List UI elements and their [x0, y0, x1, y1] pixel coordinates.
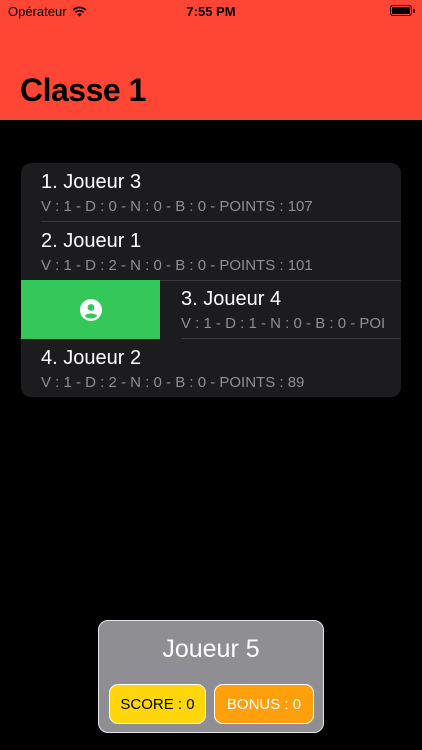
list-item[interactable]: 1. Joueur 3 V : 1 - D : 0 - N : 0 - B : … [21, 163, 401, 222]
player-name: 2. Joueur 1 [41, 230, 142, 252]
list-item[interactable]: 2. Joueur 1 V : 1 - D : 2 - N : 0 - B : … [21, 222, 401, 281]
page-title: Classe 1 [20, 72, 146, 108]
player-name: 3. Joueur 4 [181, 288, 282, 310]
battery-icon [390, 5, 415, 16]
current-player-card: Joueur 5 SCORE : 0 BONUS : 0 [98, 620, 324, 733]
person-circle-icon [79, 298, 102, 321]
list-item[interactable]: 4. Joueur 2 V : 1 - D : 2 - N : 0 - B : … [21, 339, 401, 397]
list-item-swiped[interactable]: 3. Joueur 4 V : 1 - D : 1 - N : 0 - B : … [21, 280, 401, 339]
current-player-name: Joueur 5 [162, 635, 260, 663]
status-bar: Opérateur 7:55 PM [0, 0, 422, 24]
player-stats: V : 1 - D : 0 - N : 0 - B : 0 - POINTS :… [41, 198, 313, 215]
player-name: 1. Joueur 3 [41, 171, 142, 193]
player-stats: V : 1 - D : 2 - N : 0 - B : 0 - POINTS :… [41, 257, 313, 274]
bonus-button[interactable]: BONUS : 0 [214, 684, 314, 724]
status-time: 7:55 PM [186, 4, 236, 19]
select-player-swipe-button[interactable] [21, 280, 160, 339]
player-stats: V : 1 - D : 2 - N : 0 - B : 0 - POINTS :… [41, 374, 305, 391]
player-stats: V : 1 - D : 1 - N : 0 - B : 0 - POI [181, 315, 386, 332]
player-name: 4. Joueur 2 [41, 347, 142, 369]
ranking-list: 1. Joueur 3 V : 1 - D : 0 - N : 0 - B : … [21, 163, 401, 397]
score-button[interactable]: SCORE : 0 [109, 684, 206, 724]
nav-header: Opérateur 7:55 PM Classe 1 [0, 0, 422, 120]
